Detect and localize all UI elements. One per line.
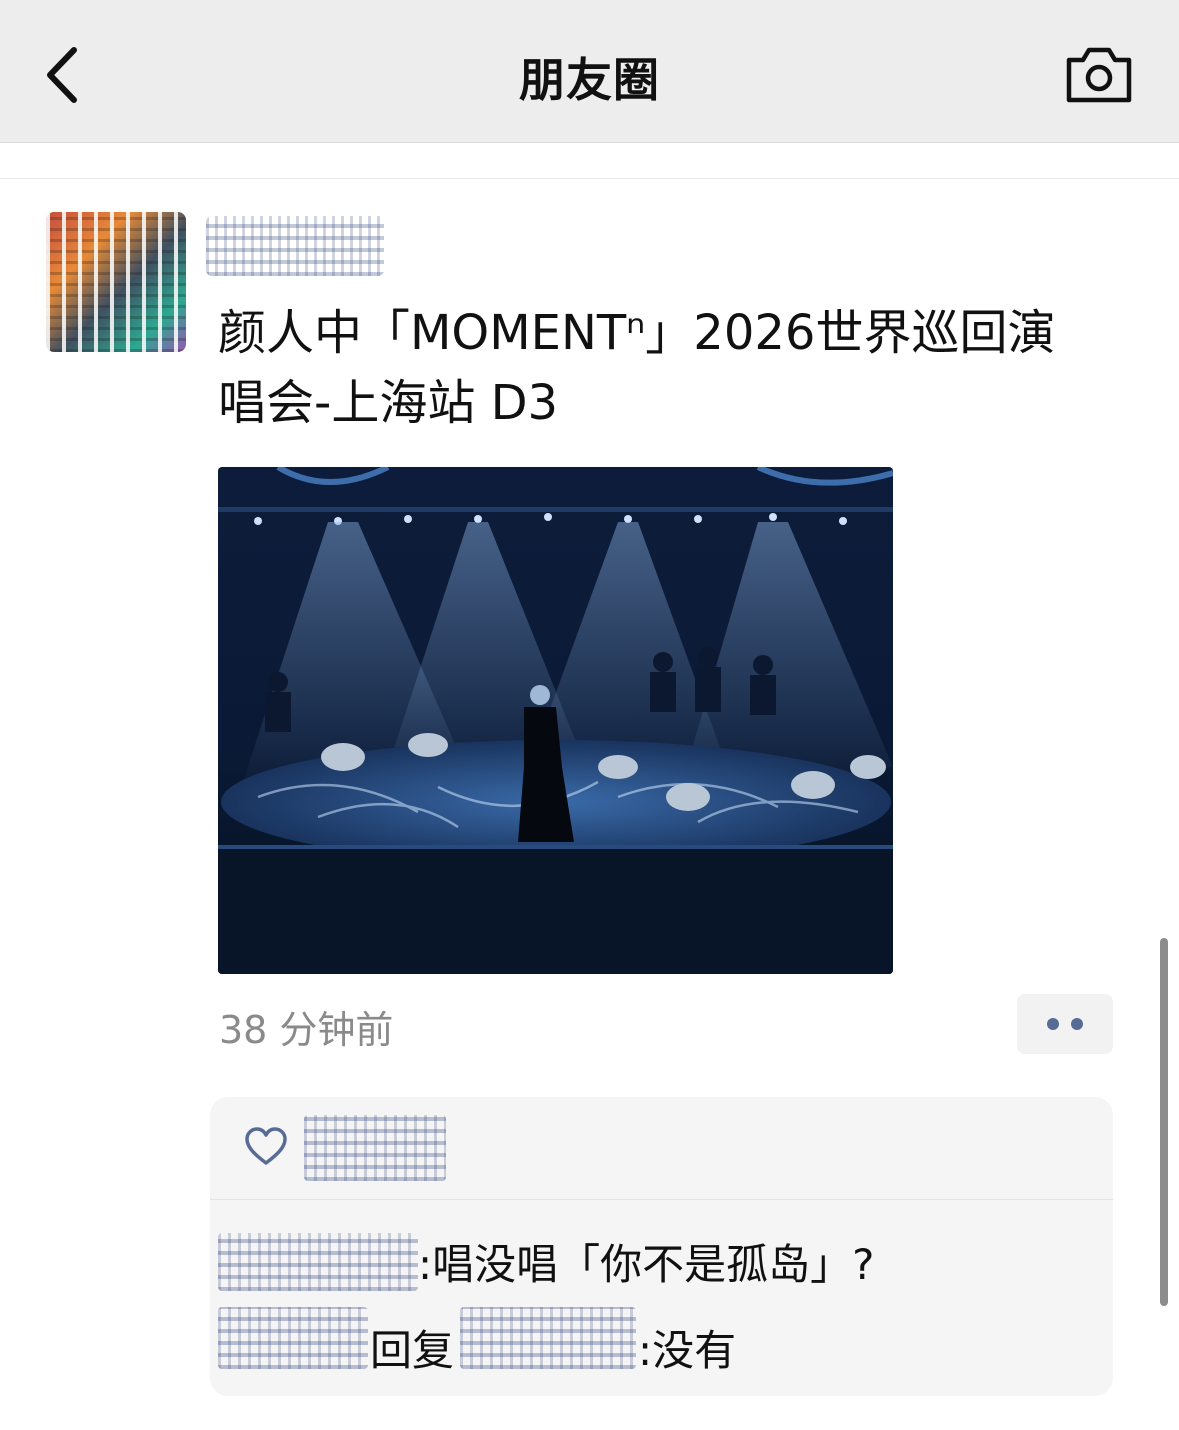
commenter-name-redacted[interactable] (218, 1233, 418, 1291)
divider (0, 178, 1179, 179)
comment-text: 唱没唱「你不是孤岛」? (432, 1240, 875, 1289)
post-text-line-1: 颜人中「MOMENTⁿ」2026世界巡回演 (218, 305, 1056, 361)
comment-separator: : (638, 1326, 653, 1375)
replier-name-redacted[interactable] (218, 1307, 368, 1369)
post-text: 颜人中「MOMENTⁿ」2026世界巡回演 唱会-上海站 D3 (218, 298, 1098, 438)
camera-button[interactable] (1065, 44, 1133, 104)
comment-text: 没有 (652, 1326, 737, 1375)
comment-separator: : (418, 1240, 433, 1289)
likes-comments-panel: :唱没唱「你不是孤岛」? 回复 :没有 (210, 1097, 1113, 1396)
likes-row (210, 1097, 1113, 1200)
navbar: 朋友圈 (0, 0, 1179, 143)
reply-label: 回复 (370, 1326, 455, 1375)
avatar[interactable] (46, 212, 186, 352)
scrollbar[interactable] (1160, 938, 1168, 1306)
reply-target-name-redacted[interactable] (460, 1307, 636, 1369)
heart-icon (245, 1127, 287, 1165)
liker-name-redacted[interactable] (304, 1115, 446, 1181)
camera-icon (1066, 47, 1132, 103)
post-timestamp: 38 分钟前 (219, 1008, 394, 1052)
page-title: 朋友圈 (519, 53, 660, 107)
reply-item[interactable]: :没有 (638, 1317, 736, 1378)
post-photo[interactable] (218, 467, 893, 974)
username-redacted[interactable] (206, 216, 384, 276)
post-text-line-2: 唱会-上海站 D3 (218, 375, 559, 431)
dot-icon (1047, 1018, 1059, 1030)
dot-icon (1071, 1018, 1083, 1030)
more-actions-button[interactable] (1017, 994, 1113, 1054)
comment-item[interactable]: :唱没唱「你不是孤岛」? (418, 1231, 874, 1292)
